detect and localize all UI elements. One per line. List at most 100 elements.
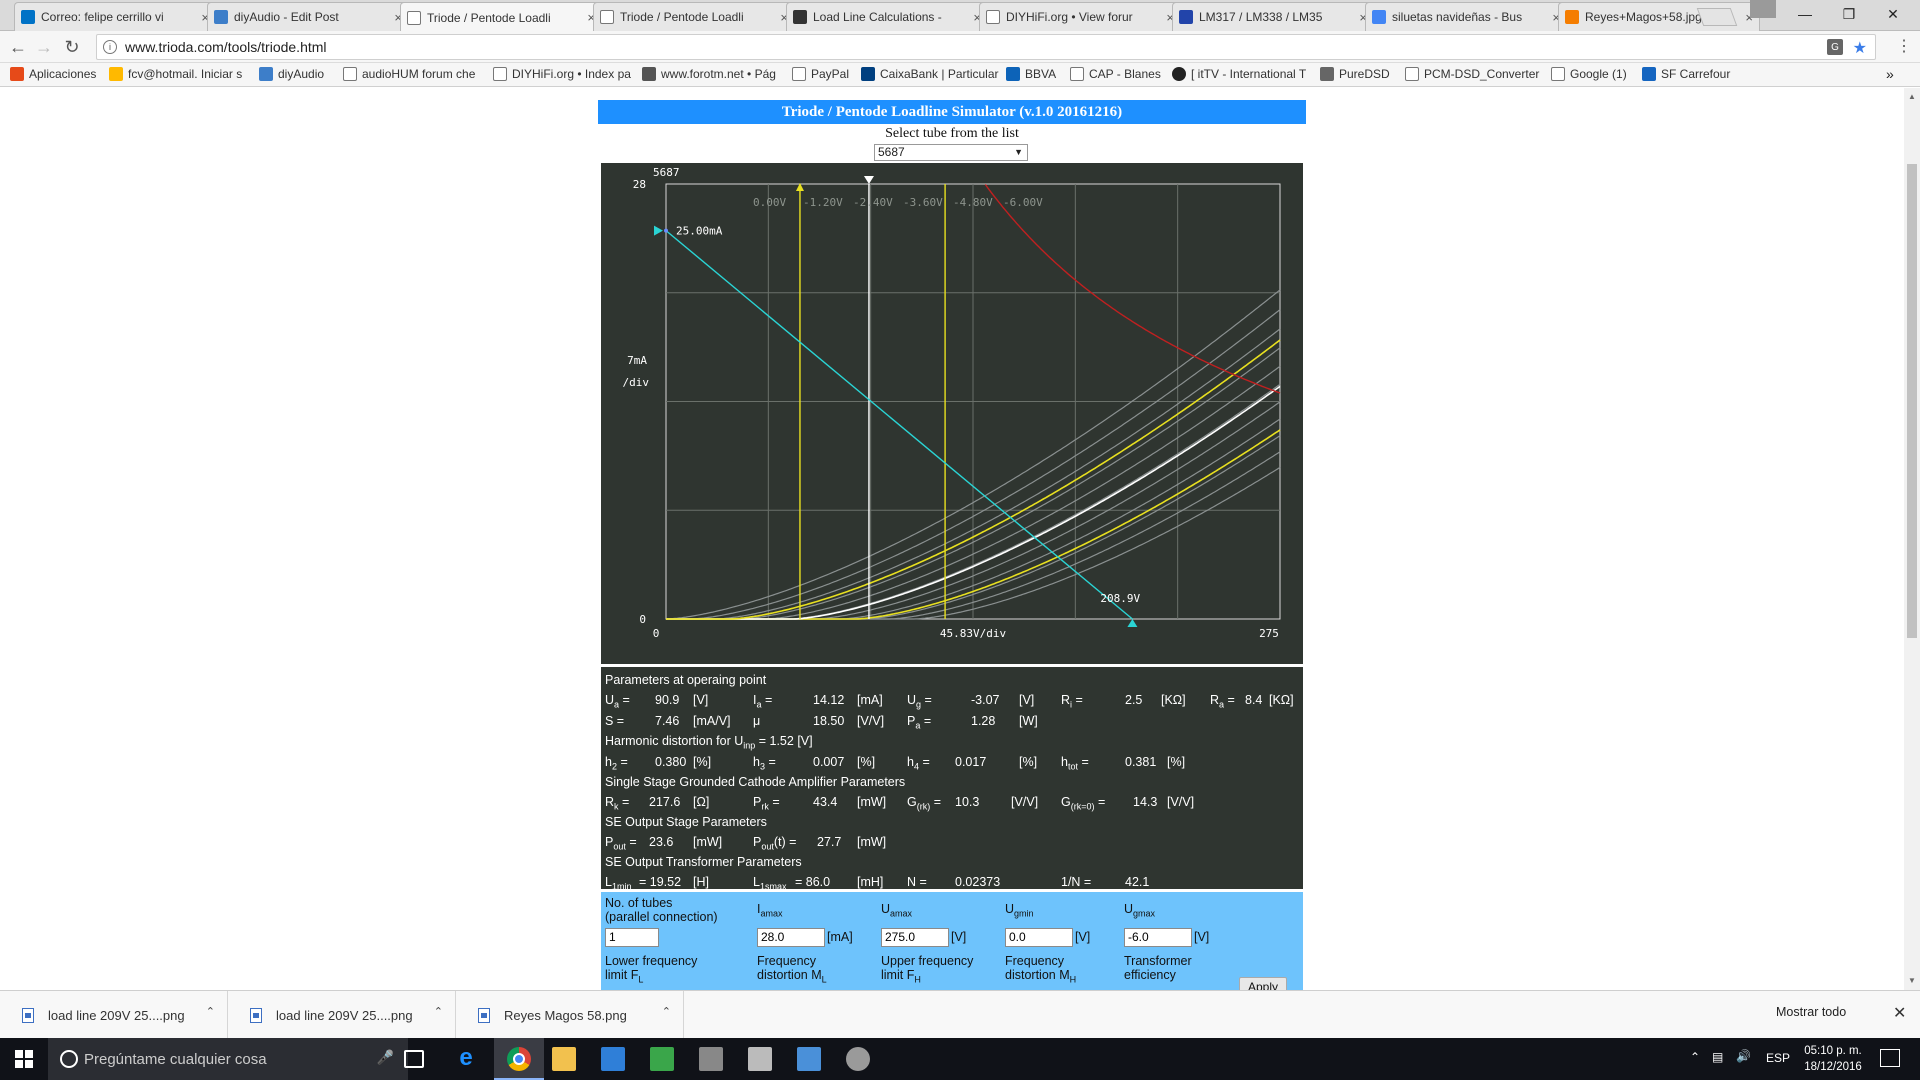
bookmark-item[interactable]: DIYHiFi.org • Index pa xyxy=(493,67,638,81)
notepad-icon[interactable] xyxy=(748,1047,772,1071)
bookmark-item[interactable]: PureDSD xyxy=(1320,67,1400,81)
pout-label: Pout = xyxy=(605,835,637,852)
download-item[interactable]: load line 209V 25....png ⌃ xyxy=(0,991,228,1039)
tab-5[interactable]: Load Line Calculations - × xyxy=(786,2,988,31)
store-icon[interactable] xyxy=(601,1047,625,1071)
calculator-icon[interactable] xyxy=(699,1047,723,1071)
taskbar-clock[interactable]: 05:10 p. m. 18/12/2016 xyxy=(1802,1043,1864,1075)
download-item[interactable]: load line 209V 25....png ⌃ xyxy=(228,991,456,1039)
file-explorer-icon[interactable] xyxy=(552,1047,576,1071)
apps-grid-icon xyxy=(10,67,24,81)
iamax-input[interactable]: 28.0 xyxy=(757,928,825,947)
url-text[interactable]: www.trioda.com/tools/triode.html xyxy=(125,39,327,55)
tab-4[interactable]: Triode / Pentode Loadli × xyxy=(593,2,795,31)
user-profile-icon[interactable] xyxy=(1750,0,1776,18)
tab-3[interactable]: Triode / Pentode Loadli × xyxy=(400,2,602,32)
scroll-up-icon[interactable]: ▲ xyxy=(1908,92,1916,101)
bookmark-item[interactable]: PCM-DSD_Converter xyxy=(1405,67,1547,81)
tab-8[interactable]: siluetas navideñas - Bus × xyxy=(1365,2,1567,31)
cortana-search-box[interactable]: Pregúntame cualquier cosa 🎤 xyxy=(48,1038,408,1080)
windows-start-icon[interactable] xyxy=(0,1038,48,1080)
uamax-input[interactable]: 275.0 xyxy=(881,928,949,947)
office-icon[interactable] xyxy=(650,1047,674,1071)
edge-icon[interactable]: e xyxy=(454,1046,478,1071)
restore-icon[interactable]: ❐ xyxy=(1826,0,1872,28)
bookmark-item[interactable]: fcv@hotmail. Iniciar s xyxy=(109,67,254,81)
chrome-taskbar-button[interactable] xyxy=(494,1038,544,1080)
tab-7[interactable]: LM317 / LM338 / LM35 × xyxy=(1172,2,1374,31)
pa-label: Pa = xyxy=(907,714,932,731)
bookmark-star-icon[interactable]: ★ xyxy=(1853,38,1867,58)
loadline-graph[interactable]: 5687 28 0 7mA/div 0 45.83V/div 275 25.00mA 208.9… xyxy=(601,163,1303,664)
ss-title-row: Single Stage Grounded Cathode Amplifier … xyxy=(605,775,1299,795)
back-arrow-icon[interactable]: ← xyxy=(6,35,30,59)
hd-title-row: Harmonic distortion for Uinp = 1.52 [V] xyxy=(605,734,1299,754)
rk-label: Rk = xyxy=(605,795,630,812)
reload-icon[interactable]: ↻ xyxy=(60,35,84,59)
mu-value: 18.50 xyxy=(813,714,845,728)
ra-value: 8.4 xyxy=(1245,693,1263,707)
page-icon xyxy=(1551,67,1565,81)
bookmarks-bar: Aplicaciones fcv@hotmail. Iniciar s diyAud… xyxy=(0,63,1920,87)
close-downloads-icon[interactable]: ✕ xyxy=(1893,1003,1906,1023)
tray-chevron-up-icon[interactable]: ⌃ xyxy=(1690,1050,1700,1064)
volume-icon[interactable]: 🔊 xyxy=(1736,1049,1751,1063)
ugmax-input[interactable]: -6.0 xyxy=(1124,928,1192,947)
tubes-input[interactable]: 1 xyxy=(605,928,659,947)
language-indicator[interactable]: ESP xyxy=(1766,1051,1790,1065)
bookmark-item[interactable]: www.forotm.net • Pág xyxy=(642,67,787,81)
page-scrollbar[interactable]: ▲ ▼ xyxy=(1904,88,1920,990)
bookmark-item[interactable]: Aplicaciones xyxy=(10,67,105,81)
scroll-thumb[interactable] xyxy=(1907,164,1917,638)
chevron-up-icon[interactable]: ⌃ xyxy=(206,1005,215,1018)
tube-select-dropdown[interactable]: 5687 ▼ xyxy=(874,144,1028,161)
page-icon xyxy=(986,10,1000,24)
browser-menu-icon[interactable]: ⋮ xyxy=(1896,36,1912,56)
bookmark-label: CaixaBank | Particular xyxy=(880,67,999,81)
action-center-icon[interactable] xyxy=(1880,1049,1900,1067)
new-tab-button[interactable] xyxy=(1696,8,1738,26)
ugmin-input[interactable]: 0.0 xyxy=(1005,928,1073,947)
current-marker-handle[interactable] xyxy=(654,225,663,236)
tab-1[interactable]: Correo: felipe cerrillo vi × xyxy=(14,2,216,31)
grid-voltage-label: 0.00V xyxy=(753,196,786,209)
download-item[interactable]: Reyes Magos 58.png ⌃ xyxy=(456,991,684,1039)
address-bar[interactable]: i www.trioda.com/tools/triode.html G ★ xyxy=(96,34,1876,60)
tab-6[interactable]: DIYHiFi.org • View forur × xyxy=(979,2,1181,31)
bookmark-label: Aplicaciones xyxy=(29,67,97,81)
close-window-icon[interactable]: ✕ xyxy=(1870,0,1916,28)
h4-unit: [%] xyxy=(1019,755,1038,769)
scroll-down-icon[interactable]: ▼ xyxy=(1908,976,1916,985)
bookmark-item[interactable]: [ itTV - International T xyxy=(1172,67,1317,81)
info-icon[interactable]: i xyxy=(103,40,117,54)
voltage-marker-handle[interactable] xyxy=(1127,619,1138,627)
show-all-downloads-button[interactable]: Mostrar todo xyxy=(1776,1005,1846,1019)
operating-marker-handle[interactable] xyxy=(863,176,874,184)
bookmark-item[interactable]: audioHUM forum che xyxy=(343,67,488,81)
tab-2[interactable]: diyAudio - Edit Post × xyxy=(207,2,409,31)
bookmarks-more-icon[interactable]: » xyxy=(1886,66,1894,82)
media-player-icon[interactable] xyxy=(846,1047,870,1071)
bookmark-item[interactable]: CaixaBank | Particular xyxy=(861,67,1001,81)
bookmark-item[interactable]: Google (1) xyxy=(1551,67,1636,81)
bookmark-item[interactable]: PayPal xyxy=(792,67,857,81)
task-view-icon[interactable] xyxy=(404,1050,424,1068)
bookmark-item[interactable]: diyAudio xyxy=(259,67,339,81)
translate-icon[interactable]: G xyxy=(1827,39,1843,55)
tab-label: LM317 / LM338 / LM35 xyxy=(1199,10,1323,24)
bookmark-item[interactable]: CAP - Blanes xyxy=(1070,67,1168,81)
minimize-icon[interactable]: — xyxy=(1782,0,1828,28)
apply-button[interactable]: Apply xyxy=(1239,977,1287,990)
chevron-up-icon[interactable]: ⌃ xyxy=(662,1005,671,1018)
chevron-up-icon[interactable]: ⌃ xyxy=(434,1005,443,1018)
loadline-graph-panel[interactable]: 5687 28 0 7mA/div 0 45.83V/div 275 25.00mA 208.9… xyxy=(601,163,1303,664)
bookmark-item[interactable]: BBVA xyxy=(1006,67,1066,81)
microphone-icon[interactable]: 🎤 xyxy=(377,1049,394,1066)
forward-arrow-icon[interactable]: → xyxy=(32,35,56,59)
network-icon[interactable]: ▤ xyxy=(1712,1050,1723,1064)
photos-icon[interactable] xyxy=(797,1047,821,1071)
diyaudio-icon xyxy=(259,67,273,81)
ia-label: Ia = xyxy=(753,693,773,710)
bookmark-item[interactable]: SF Carrefour xyxy=(1642,67,1742,81)
grk0-value: 14.3 xyxy=(1133,795,1158,809)
